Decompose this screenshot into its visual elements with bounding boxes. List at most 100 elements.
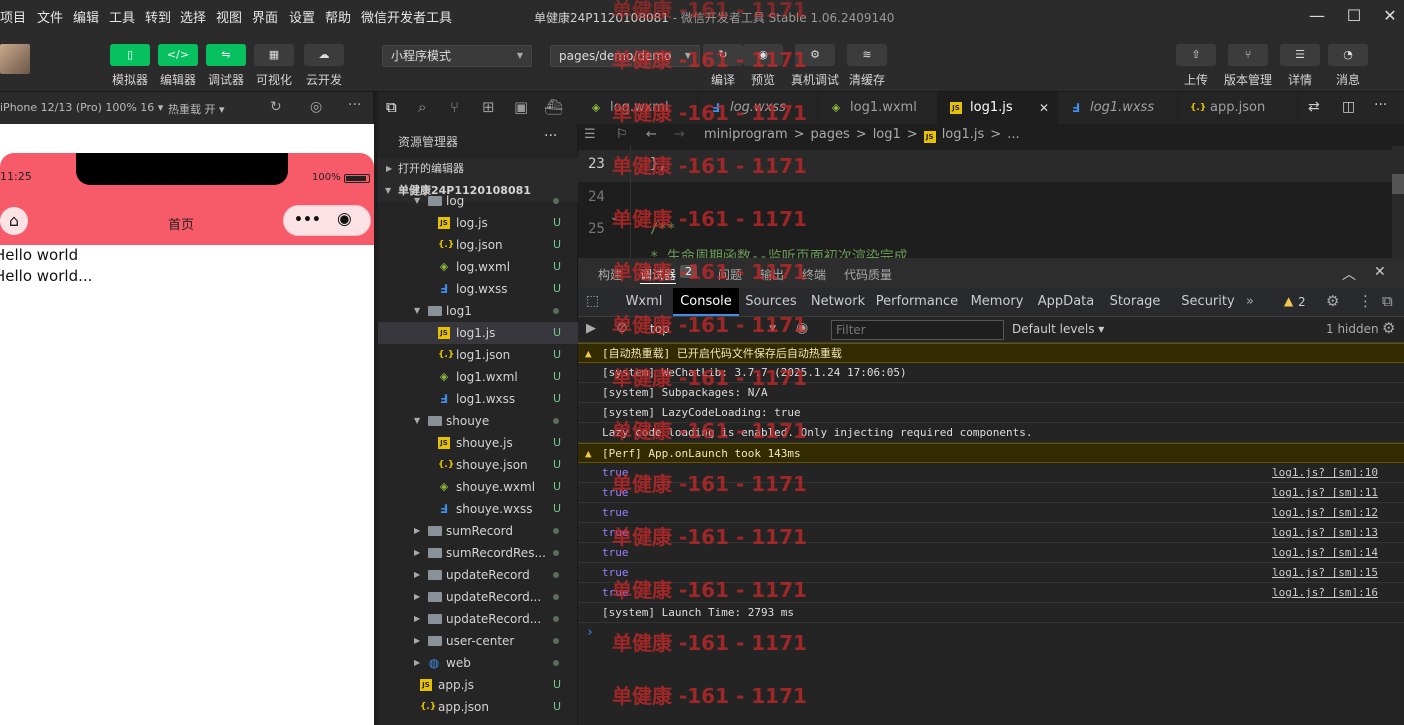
editor-tab[interactable]: ◈ log1.wxml [818,92,938,124]
debugger-button[interactable]: ⇋ [206,44,246,66]
debug-tab[interactable]: 代码质量 [844,266,892,283]
chevron-right-icon[interactable]: ▶ [414,652,420,674]
chevron-right-icon[interactable]: ▶ [414,586,420,608]
tree-item[interactable]: {.} app.json U [378,696,578,718]
menu-item[interactable]: 视图 [216,7,242,26]
source-link[interactable]: log1.js? [sm]:12 [1272,503,1378,523]
chevron-down-icon[interactable]: ▼ [414,410,420,432]
version-button[interactable]: ⑂ [1228,44,1268,66]
details-button[interactable]: ☰ [1280,44,1320,66]
tree-item[interactable]: Ⅎlog1.wxss U [378,388,578,410]
panel-tab-appdata[interactable]: AppData [1036,288,1096,316]
stop-icon[interactable]: ◎ [310,99,322,115]
compare-icon[interactable]: ⇄ [1308,99,1320,115]
breadcrumb-item[interactable]: miniprogram [704,127,788,142]
menu-item[interactable]: 界面 [252,7,278,26]
panel-tab-performance[interactable]: Performance [874,288,960,316]
breadcrumb-item[interactable]: log1.js [942,127,985,142]
source-link[interactable]: log1.js? [sm]:10 [1272,463,1378,483]
chevron-right-icon[interactable]: ▶ [414,630,420,652]
more-panels-icon[interactable]: » [1246,294,1254,309]
menu-item[interactable]: 设置 [289,7,315,26]
more-icon[interactable]: ••• [294,212,321,228]
tree-item[interactable]: Ⅎshouye.wxss U [378,498,578,520]
files-icon[interactable]: ⧉ [386,98,397,116]
visual-button[interactable]: ▦ [254,44,294,66]
kebab-icon[interactable]: ⋮ [1358,292,1373,310]
chevron-down-icon[interactable]: ▼ [414,190,420,212]
mode-select[interactable]: 小程序模式 ▼ [382,45,532,67]
panel-tab-storage[interactable]: Storage [1100,288,1170,316]
close-panel-icon[interactable]: ✕ [1374,264,1386,280]
sidebar-toggle-icon[interactable]: ▶ [586,321,596,336]
tree-item[interactable]: ▶ updateRecord [378,564,578,586]
tree-item[interactable]: ▶ ◍ web [378,652,578,674]
chevron-right-icon[interactable]: ▶ [414,520,420,542]
menu-item[interactable]: 文件 [37,7,63,26]
split-icon[interactable]: ◫ [1342,99,1355,115]
editor-tab[interactable]: {.} app.json [1178,92,1298,124]
messages-button[interactable]: ◔ [1328,44,1368,66]
more-icon[interactable]: ··· [544,128,557,144]
search-icon[interactable]: ⌕ [418,98,426,116]
console-settings-icon[interactable]: ⚙ [1382,319,1395,337]
tree-item[interactable]: ▼ shouye [378,410,578,432]
editor-tab[interactable]: JS log1.js ✕ [938,92,1058,124]
tree-item[interactable]: ▼ log [378,190,578,212]
warning-icon[interactable]: ▲ [1284,294,1293,308]
tree-item[interactable]: Ⅎlog.wxss U [378,278,578,300]
hotreload-toggle[interactable]: 热重载 开 ▾ [168,101,225,117]
levels-select[interactable]: Default levels ▾ [1012,322,1104,336]
chevron-right-icon[interactable]: ▶ [414,542,420,564]
editor-tab[interactable]: Ⅎlog1.wxss [1058,92,1178,124]
chevron-down-icon[interactable]: ▼ [414,300,420,322]
breadcrumb-item[interactable]: pages [811,127,850,142]
chevron-right-icon[interactable]: ▶ [414,608,420,630]
menu-item[interactable]: 选择 [180,7,206,26]
tree-item[interactable]: JS log.js U [378,212,578,234]
clear-cache-button[interactable]: ≋ [847,44,887,66]
close-icon[interactable]: ✕ [1378,4,1402,28]
tree-item[interactable]: {.} log1.json U [378,344,578,366]
simulator-button[interactable]: ▯ [110,44,150,66]
docker-icon[interactable]: ⛴ [544,98,563,116]
menu-item[interactable]: 转到 [145,7,171,26]
close-mini-icon[interactable]: ◉ [337,209,352,229]
menu-item[interactable]: 项目 [0,7,26,26]
maximize-icon[interactable]: ☐ [1342,4,1366,28]
tree-item[interactable]: ▶ user-center [378,630,578,652]
source-link[interactable]: log1.js? [sm]:16 [1272,583,1378,603]
panel-tab-security[interactable]: Security [1176,288,1240,316]
source-link[interactable]: log1.js? [sm]:13 [1272,523,1378,543]
panel-icon[interactable]: ▣ [514,98,528,116]
tree-item[interactable]: JS app.js U [378,674,578,696]
tree-item[interactable]: ▼ log1 [378,300,578,322]
tree-item[interactable]: ▶ sumRecord [378,520,578,542]
tree-item[interactable]: ◈ shouye.wxml U [378,476,578,498]
git-icon[interactable]: ⑂ [450,98,459,116]
chevron-right-icon[interactable]: ▶ [414,564,420,586]
bookmark-icon[interactable]: ⚐ [616,124,628,146]
source-link[interactable]: log1.js? [sm]:11 [1272,483,1378,503]
tree-item[interactable]: ◈ log.wxml U [378,256,578,278]
gear-icon[interactable]: ⚙ [1326,292,1339,310]
avatar[interactable] [0,44,30,74]
more-icon[interactable]: ··· [1374,97,1387,113]
console-prompt-icon[interactable]: › [586,625,594,640]
scrollbar[interactable] [1392,146,1404,258]
breadcrumb-item[interactable]: log1 [873,127,901,142]
rotate-icon[interactable]: ↻ [270,99,282,115]
menu-item[interactable]: 微信开发者工具 [361,7,452,26]
breadcrumb-item[interactable]: ... [1007,127,1019,142]
capsule-menu[interactable]: ••• ◉ [283,205,371,236]
tree-item[interactable]: ◈ log1.wxml U [378,366,578,388]
tree-item[interactable]: {.} log.json U [378,234,578,256]
close-tab-icon[interactable]: ✕ [1039,92,1049,124]
source-link[interactable]: log1.js? [sm]:15 [1272,563,1378,583]
tree-item[interactable]: JS shouye.js U [378,432,578,454]
cloud-button[interactable]: ☁ [304,44,344,66]
home-icon[interactable]: ⌂ [0,207,28,235]
tree-item[interactable]: {.} shouye.json U [378,454,578,476]
inspect-icon[interactable]: ⬚ [586,293,599,309]
panel-tab-network[interactable]: Network [806,288,870,316]
